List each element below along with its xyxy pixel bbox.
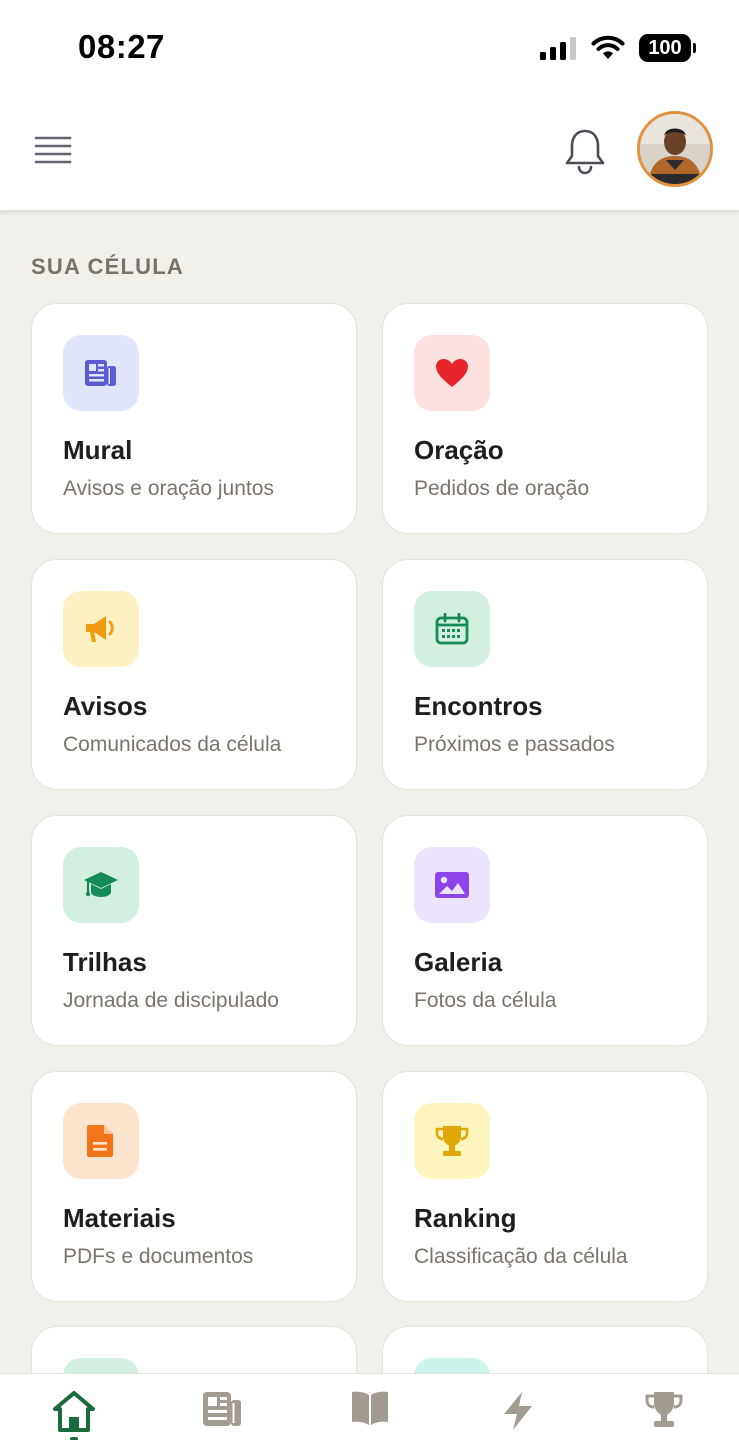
card-title: Materiais: [63, 1203, 176, 1233]
trophy-icon: [435, 1126, 469, 1156]
battery-indicator: 100: [639, 34, 696, 62]
card-icon-wrapper: [63, 847, 139, 923]
book-open-icon: [352, 1391, 388, 1425]
bottom-navigation: [0, 1373, 739, 1440]
newspaper-icon: [203, 1392, 241, 1426]
card-ranking[interactable]: Ranking Classificação da célula: [382, 1071, 708, 1302]
card-encontros[interactable]: Encontros Próximos e passados: [382, 559, 708, 790]
bell-icon: [565, 129, 605, 175]
card-mural[interactable]: Mural Avisos e oração juntos: [31, 303, 357, 534]
card-icon-wrapper: [414, 335, 490, 411]
menu-button[interactable]: [34, 134, 72, 166]
nav-news[interactable]: [199, 1390, 245, 1436]
card-title: Encontros: [414, 691, 543, 721]
card-title: Oração: [414, 435, 504, 465]
home-icon: [53, 1391, 95, 1432]
notifications-button[interactable]: [562, 126, 608, 176]
card-title: Trilhas: [63, 947, 147, 977]
hamburger-menu-icon: [34, 136, 72, 164]
card-subtitle: Avisos e oração juntos: [63, 477, 274, 500]
status-indicators: 100: [539, 34, 696, 62]
section-title: SUA CÉLULA: [31, 254, 184, 279]
graduation-cap-icon: [84, 872, 118, 897]
card-subtitle: Fotos da célula: [414, 989, 557, 1012]
card-subtitle: Comunicados da célula: [63, 733, 282, 756]
card-icon-wrapper: [414, 1103, 490, 1179]
megaphone-icon: [86, 616, 114, 642]
card-galeria[interactable]: Galeria Fotos da célula: [382, 815, 708, 1046]
heart-icon: [436, 359, 468, 387]
image-icon: [435, 872, 469, 898]
feature-grid: Mural Avisos e oração juntos Oração Pedi…: [31, 303, 708, 1302]
card-subtitle: Pedidos de oração: [414, 477, 590, 500]
card-avisos[interactable]: Avisos Comunicados da célula: [31, 559, 357, 790]
card-title: Mural: [63, 435, 133, 465]
card-subtitle: Próximos e passados: [414, 733, 615, 756]
card-materiais[interactable]: Materiais PDFs e documentos: [31, 1071, 357, 1302]
signal-icon: [540, 37, 576, 60]
card-title: Ranking: [414, 1203, 517, 1233]
user-avatar[interactable]: [637, 111, 713, 187]
document-icon: [87, 1125, 113, 1157]
lightning-icon: [504, 1392, 532, 1430]
card-subtitle: Jornada de discipulado: [63, 989, 279, 1012]
wifi-icon: [591, 35, 625, 59]
nav-activity[interactable]: [495, 1390, 541, 1436]
trophy-icon: [645, 1392, 683, 1427]
card-subtitle: PDFs e documentos: [63, 1245, 254, 1268]
newspaper-icon: [85, 360, 116, 386]
nav-ranking[interactable]: [641, 1390, 687, 1436]
card-icon-wrapper: [63, 1103, 139, 1179]
calendar-icon: [435, 613, 469, 645]
nav-bible[interactable]: [347, 1390, 393, 1436]
card-icon-wrapper: [63, 335, 139, 411]
card-subtitle: Classificação da célula: [414, 1245, 628, 1268]
nav-home[interactable]: [51, 1390, 97, 1436]
status-time: 08:27: [78, 28, 165, 65]
avatar-photo: [640, 114, 710, 184]
card-icon-wrapper: [414, 847, 490, 923]
card-title: Galeria: [414, 947, 503, 977]
card-icon-wrapper: [414, 591, 490, 667]
card-trilhas[interactable]: Trilhas Jornada de discipulado: [31, 815, 357, 1046]
card-icon-wrapper: [63, 591, 139, 667]
app-header: [0, 100, 739, 211]
card-oracao[interactable]: Oração Pedidos de oração: [382, 303, 708, 534]
status-bar: 08:27 100: [0, 0, 739, 100]
card-title: Avisos: [63, 691, 148, 721]
